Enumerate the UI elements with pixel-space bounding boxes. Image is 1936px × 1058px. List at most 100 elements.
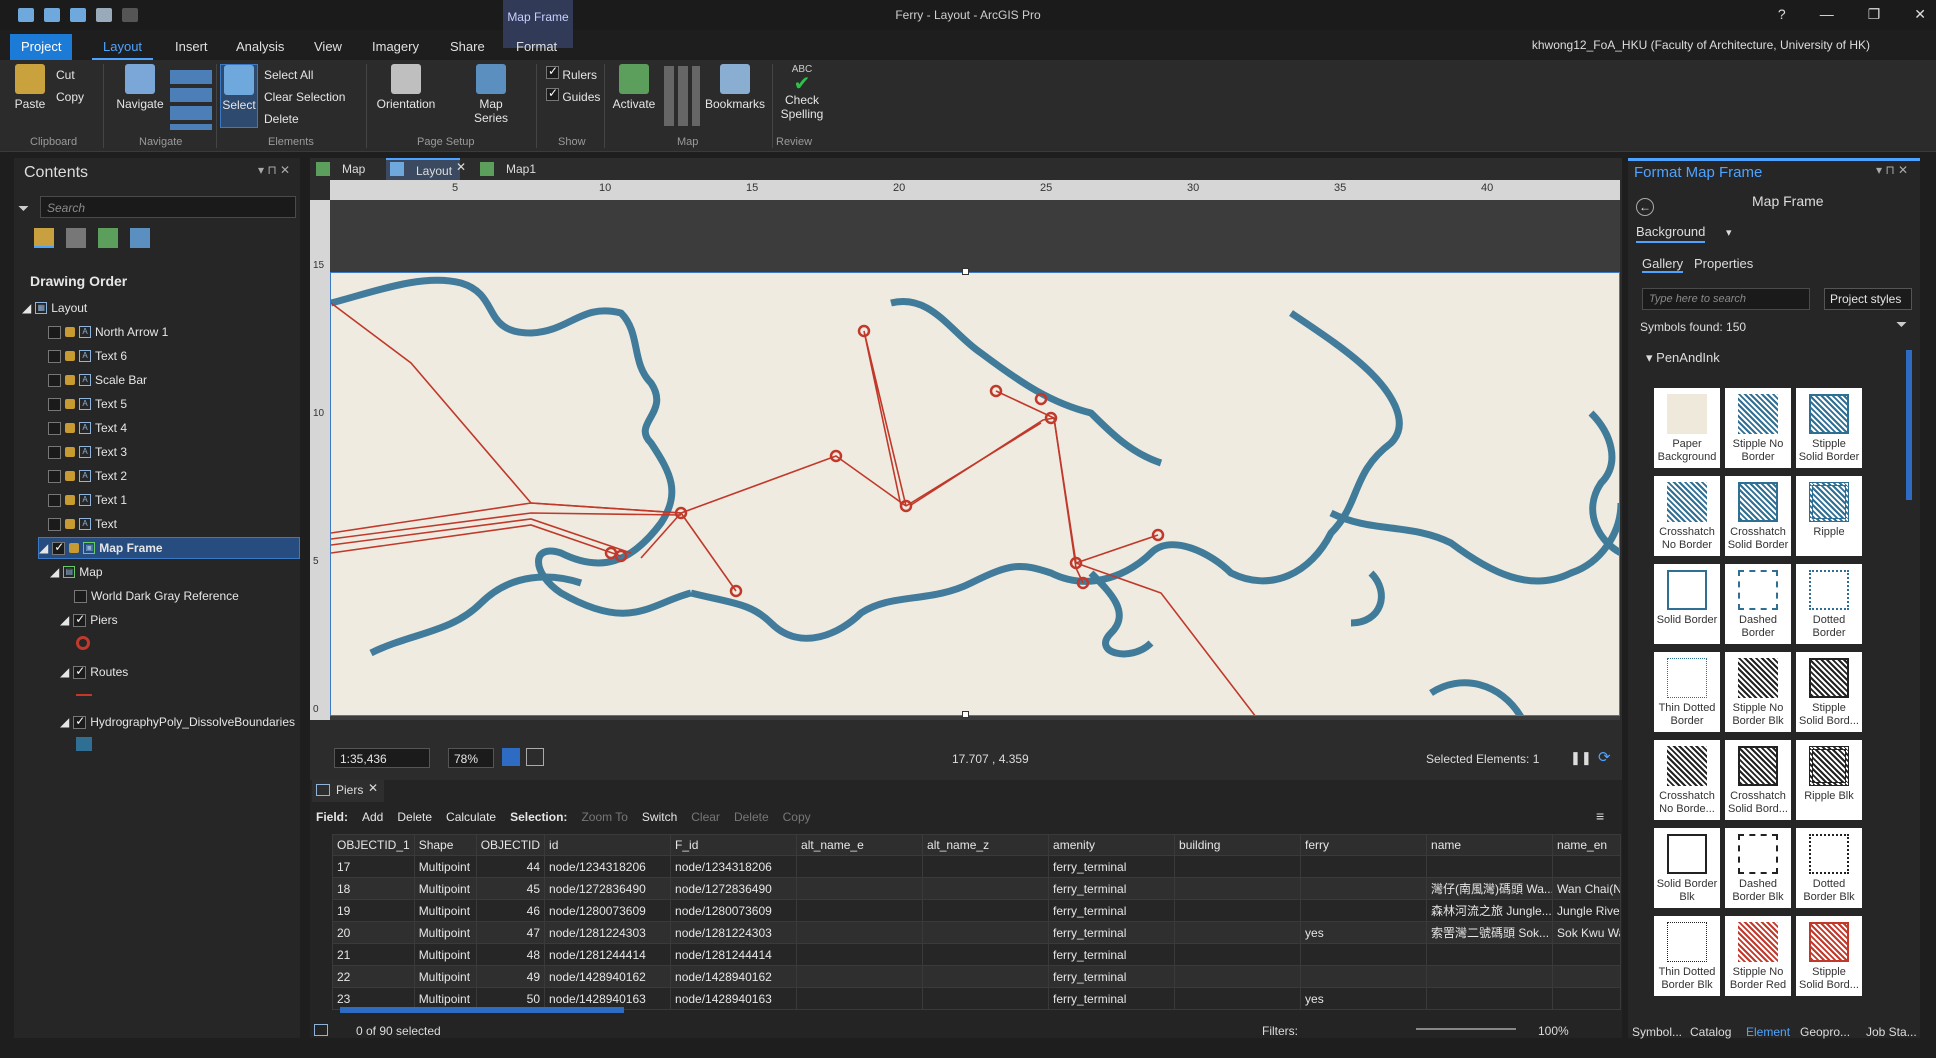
close-tab-icon[interactable]: ✕ <box>456 160 466 174</box>
table-row[interactable]: 19 Multipoint 46 node/1280073609 node/128007… <box>332 899 1622 922</box>
table-cell[interactable]: node/1280073609 <box>544 899 672 922</box>
symbol-swatch[interactable]: Stipple Solid Bord... <box>1796 916 1862 996</box>
tree-element-item[interactable]: A Text 5 <box>48 393 127 415</box>
zoom-to-button[interactable]: Zoom To <box>581 810 627 824</box>
table-cell[interactable]: node/1272836490 <box>544 877 672 900</box>
symbol-swatch[interactable]: Ripple <box>1796 476 1862 556</box>
filter-icon[interactable]: ⏷ <box>18 200 29 217</box>
collapse-icon[interactable]: ◢ <box>60 665 69 679</box>
table-cell[interactable]: Multipoint <box>413 855 477 878</box>
table-row[interactable]: 22 Multipoint 49 node/1428940162 node/142894… <box>332 965 1622 988</box>
horizontal-ruler[interactable]: 5 10 15 20 25 30 35 40 <box>330 180 1620 200</box>
table-cell[interactable]: Multipoint <box>413 921 477 944</box>
table-zoom-value[interactable]: 100% <box>1538 1024 1569 1038</box>
chevron-down-icon[interactable]: ▾ <box>1726 226 1732 239</box>
vertical-ruler[interactable]: 15 10 5 0 <box>310 200 330 720</box>
table-cell[interactable]: ferry_terminal <box>1048 855 1176 878</box>
pause-icon[interactable]: ❚❚ <box>1570 750 1592 766</box>
piers-checkbox[interactable] <box>73 612 87 627</box>
table-cell[interactable]: node/1281244414 <box>670 943 798 966</box>
table-cell[interactable]: Sok Kwu Wa <box>1552 921 1622 944</box>
clear-selection-button[interactable]: Clear Selection <box>264 90 345 104</box>
table-cell[interactable] <box>1300 965 1428 988</box>
table-cell[interactable] <box>796 943 924 966</box>
element-checkbox[interactable] <box>48 445 61 459</box>
column-header[interactable]: F_id <box>670 834 798 856</box>
symbol-swatch[interactable]: Stipple No Border Blk <box>1725 652 1791 732</box>
cut-button[interactable]: Cut <box>56 68 75 82</box>
zoom-combo[interactable]: 78% <box>448 748 494 768</box>
paste-button[interactable]: Paste <box>12 64 48 111</box>
column-header[interactable]: alt_name_z <box>922 834 1050 856</box>
close-button[interactable]: ✕ <box>1914 6 1926 23</box>
table-row[interactable]: 18 Multipoint 45 node/1272836490 node/127283… <box>332 877 1622 900</box>
hydrography-symbol-icon[interactable] <box>76 737 92 751</box>
table-cell[interactable]: Multipoint <box>413 899 477 922</box>
table-cell[interactable] <box>1426 943 1554 966</box>
selection-handle-top[interactable] <box>962 268 969 275</box>
table-cell[interactable]: 48 <box>475 943 546 966</box>
table-cell[interactable]: ferry_terminal <box>1048 877 1176 900</box>
table-cell[interactable] <box>796 965 924 988</box>
symbol-swatch[interactable]: Solid Border <box>1654 564 1720 644</box>
lock-icon[interactable] <box>65 399 75 409</box>
collapse-icon[interactable]: ◢ <box>60 715 69 729</box>
zoom-tools[interactable] <box>170 66 212 130</box>
table-cell[interactable] <box>1174 965 1302 988</box>
table-cell[interactable]: node/1280073609 <box>670 899 798 922</box>
table-row[interactable]: 21 Multipoint 48 node/1281244414 node/128124… <box>332 943 1622 966</box>
grid-icon[interactable] <box>526 748 544 766</box>
symbol-swatch[interactable]: Dashed Border <box>1725 564 1791 644</box>
table-cell[interactable] <box>922 987 1050 1010</box>
tab-job-status[interactable]: Job Sta... <box>1866 1025 1917 1039</box>
column-header[interactable]: OBJECTID_1 <box>332 834 415 856</box>
table-cell[interactable] <box>1300 855 1428 878</box>
table-cell[interactable]: 灣仔(南風灣)碼頭 Wa... <box>1426 877 1554 900</box>
tab-analysis[interactable]: Analysis <box>225 34 295 60</box>
map-series-button[interactable]: Map Series <box>466 64 516 125</box>
table-cell[interactable]: 22 <box>332 965 415 988</box>
symbol-swatch[interactable]: Dashed Border Blk <box>1725 828 1791 908</box>
filter-icon[interactable]: ⏷ <box>1896 316 1907 333</box>
table-cell[interactable] <box>1552 943 1622 966</box>
table-cell[interactable]: ferry_terminal <box>1048 965 1176 988</box>
guides-toggle[interactable]: Guides <box>546 86 600 104</box>
restore-button[interactable]: ❐ <box>1868 6 1881 23</box>
table-cell[interactable]: node/1281224303 <box>544 921 672 944</box>
table-cell[interactable] <box>796 855 924 878</box>
tab-element[interactable]: Element <box>1746 1025 1790 1039</box>
table-cell[interactable] <box>1552 855 1622 878</box>
column-header[interactable]: ferry <box>1300 834 1428 856</box>
table-cell[interactable] <box>922 921 1050 944</box>
tab-geoprocessing[interactable]: Geopro... <box>1800 1025 1850 1039</box>
selection-handle-bottom[interactable] <box>962 711 969 718</box>
column-header[interactable]: alt_name_e <box>796 834 924 856</box>
collapse-icon[interactable]: ◢ <box>22 301 31 315</box>
switch-selection-button[interactable]: Switch <box>642 810 677 824</box>
tab-view[interactable]: View <box>303 34 353 60</box>
routes-checkbox[interactable] <box>73 664 87 679</box>
column-header[interactable]: name_en <box>1552 834 1622 856</box>
table-cell[interactable] <box>1174 943 1302 966</box>
symbol-swatch[interactable]: Crosshatch No Borde... <box>1654 740 1720 820</box>
gallery-scrollbar[interactable] <box>1906 350 1912 500</box>
back-icon[interactable]: ← <box>1636 198 1654 216</box>
symbol-swatch[interactable]: Crosshatch No Border <box>1654 476 1720 556</box>
column-header[interactable]: name <box>1426 834 1554 856</box>
table-cell[interactable]: 森林河流之旅 Jungle... <box>1426 899 1554 922</box>
delete-element-button[interactable]: Delete <box>264 112 299 126</box>
collapse-icon[interactable]: ◢ <box>50 565 59 579</box>
tab-format[interactable]: Format <box>505 34 568 60</box>
column-header[interactable]: OBJECTID <box>475 834 546 856</box>
properties-tab[interactable]: Properties <box>1694 256 1753 271</box>
table-cell[interactable] <box>796 899 924 922</box>
tree-map-frame[interactable]: ◢ ▣Map Frame <box>38 537 300 559</box>
table-cell[interactable] <box>1426 855 1554 878</box>
table-cell[interactable]: yes <box>1300 987 1428 1010</box>
table-cell[interactable] <box>1552 987 1622 1010</box>
table-cell[interactable]: ferry_terminal <box>1048 943 1176 966</box>
tab-layout[interactable]: Layout <box>92 34 154 60</box>
table-cell[interactable]: 20 <box>332 921 415 944</box>
collapse-icon[interactable]: ◢ <box>39 541 48 555</box>
collapse-icon[interactable]: ◢ <box>60 613 69 627</box>
